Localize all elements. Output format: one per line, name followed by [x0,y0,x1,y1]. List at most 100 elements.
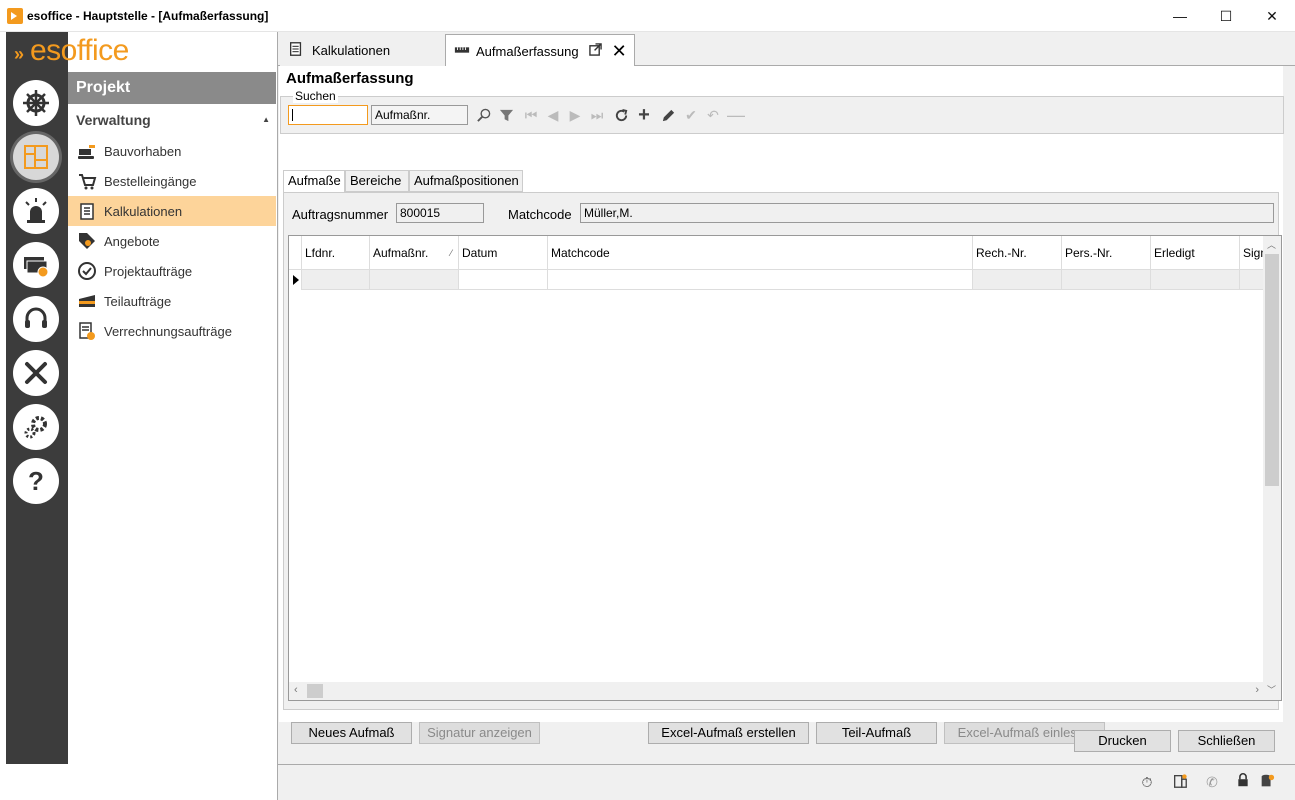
subtab-aufmasspositionen[interactable]: Aufmaßpositionen [409,170,523,192]
auftragsnummer-label: Auftragsnummer [292,207,389,222]
stopwatch-icon[interactable]: ⏱ [1138,773,1156,791]
column-header-sign[interactable]: Sign [1239,236,1265,270]
table-cell[interactable] [547,270,972,290]
menu-item-label: Bestelleingänge [104,173,197,189]
menu-item-projektauftraege[interactable]: Projektaufträge [68,256,276,286]
floorplan-icon[interactable] [13,134,59,180]
menu-item-angebote[interactable]: Angebote [68,226,276,256]
menu-panel: Projekt Verwaltung ▲ Bauvorhaben Bestell… [68,72,276,764]
first-record-icon[interactable]: ⏮ [522,106,540,124]
table-row[interactable] [289,270,1265,290]
minimize-button[interactable]: — [1157,0,1203,32]
popout-icon[interactable] [588,43,602,59]
search-group-label: Suchen [293,89,338,103]
next-record-icon[interactable]: ▶ [566,106,584,124]
auftragsnummer-field: 800015 [396,203,484,223]
esoffice-logo: » esoffice [12,34,272,68]
scroll-down-icon[interactable]: ﹀ [1267,683,1276,696]
app-icon [7,8,23,24]
column-header-lfdnr[interactable]: Lfdnr. [301,236,369,270]
lock-icon[interactable] [1234,773,1252,791]
cash-icon[interactable] [13,242,59,288]
last-record-icon[interactable]: ⏭ [588,106,606,124]
collapse-caret-icon: ▲ [262,115,270,124]
menu-section-label: Verwaltung [76,112,151,128]
close-window-button[interactable]: ✕ [1249,0,1295,32]
headset-icon[interactable] [13,296,59,342]
menu-item-label: Bauvorhaben [104,143,182,159]
navigation-rail: ? [6,32,68,764]
menu-item-kalkulationen[interactable]: Kalkulationen [68,196,276,226]
page-title: Aufmaßerfassung [286,70,414,87]
alarm-light-icon[interactable] [13,188,59,234]
table-header: Lfdnr. Aufmaßnr. ⁄ Datum Matchcode Rech.-… [289,236,1265,270]
neues-aufmass-button[interactable]: Neues Aufmaß [291,722,412,744]
menu-header: Projekt [68,72,276,104]
tab-aufmasserfassung[interactable]: Aufmaßerfassung ✕ [445,34,635,67]
table-cell[interactable] [1150,270,1239,290]
document-list-icon [76,200,98,222]
table-cell[interactable] [369,270,458,290]
add-icon[interactable]: + [635,104,653,126]
menu-section-verwaltung[interactable]: Verwaltung ▲ [68,104,276,136]
database-icon[interactable] [1258,773,1276,791]
column-header-rechnr[interactable]: Rech.-Nr. [972,236,1061,270]
help-icon[interactable]: ? [13,458,59,504]
column-header-datum[interactable]: Datum [458,236,547,270]
aufmasse-panel: Auftragsnummer 800015 Matchcode Müller,M… [283,192,1282,710]
vertical-scrollbar[interactable]: ︿ ﹀ [1263,236,1281,700]
tab-kalkulationen[interactable]: Kalkulationen [280,34,445,66]
undo-icon[interactable]: ↶ [704,106,722,124]
table-cell[interactable] [458,270,547,290]
column-header-matchcode[interactable]: Matchcode [547,236,972,270]
teil-aufmass-button[interactable]: Teil-Aufmaß [816,722,937,744]
tools-icon[interactable] [13,350,59,396]
close-tab-icon[interactable]: ✕ [612,42,627,60]
subtab-aufmasse[interactable]: Aufmaße [283,170,345,193]
phone-icon[interactable]: ✆ [1203,773,1221,791]
horizontal-scrollbar[interactable]: ‹ › [289,682,1265,700]
helm-icon[interactable] [13,80,59,126]
maximize-button[interactable]: ☐ [1203,0,1249,32]
schliessen-button[interactable]: Schließen [1178,730,1275,752]
menu-item-verrechnungsauftraege[interactable]: Verrechnungsaufträge [68,316,276,346]
filter-icon[interactable] [497,106,515,124]
menu-item-bauvorhaben[interactable]: Bauvorhaben [68,136,276,166]
main-area: Kalkulationen Aufmaßerfassung ✕ Aufmaßer… [277,32,1295,800]
excavator-icon [76,140,98,162]
scroll-up-icon[interactable]: ︿ [1267,238,1276,251]
form-content: Aufmaßerfassung Suchen Aufmaßnr. ⏮ ◀ ▶ ⏭… [279,66,1284,744]
menu-item-teilauftraege[interactable]: Teilaufträge [68,286,276,316]
scroll-right-icon[interactable]: › [1255,684,1259,696]
building-icon[interactable] [1171,773,1189,791]
column-header-aufmassnr[interactable]: Aufmaßnr. ⁄ [369,236,458,270]
drucken-button[interactable]: Drucken [1074,730,1171,752]
search-icon[interactable] [474,106,492,124]
previous-record-icon[interactable]: ◀ [544,106,562,124]
table-cell[interactable] [301,270,369,290]
menu-item-bestelleingaenge[interactable]: Bestelleingänge [68,166,276,196]
tab-label: Aufmaßerfassung [476,43,579,59]
column-header-erledigt[interactable]: Erledigt [1150,236,1239,270]
excel-aufmass-erstellen-button[interactable]: Excel-Aufmaß erstellen [648,722,809,744]
table-cell[interactable] [1061,270,1150,290]
scroll-left-icon[interactable]: ‹ [294,684,298,696]
table-cell[interactable] [972,270,1061,290]
scrollbar-thumb[interactable] [307,684,323,698]
edit-pencil-icon[interactable] [659,106,677,124]
column-header-persnr[interactable]: Pers.-Nr. [1061,236,1150,270]
aufmass-table: Lfdnr. Aufmaßnr. ⁄ Datum Matchcode Rech.-… [288,235,1282,701]
title-bar: esoffice - Hauptstelle - [Aufmaßerfassun… [0,0,1295,32]
save-check-icon[interactable]: ✔ [682,106,700,124]
table-cell[interactable] [1239,270,1265,290]
delete-minus-icon[interactable]: — [727,105,745,125]
signatur-anzeigen-button[interactable]: Signatur anzeigen [419,722,540,744]
refresh-icon[interactable] [612,106,630,124]
gears-icon[interactable] [13,404,59,450]
search-field-select[interactable]: Aufmaßnr. [371,105,468,125]
subtab-bereiche[interactable]: Bereiche [345,170,409,192]
search-input[interactable] [288,105,368,125]
price-tag-icon [76,230,98,252]
scrollbar-thumb[interactable] [1265,254,1279,486]
svg-text:?: ? [28,466,44,496]
